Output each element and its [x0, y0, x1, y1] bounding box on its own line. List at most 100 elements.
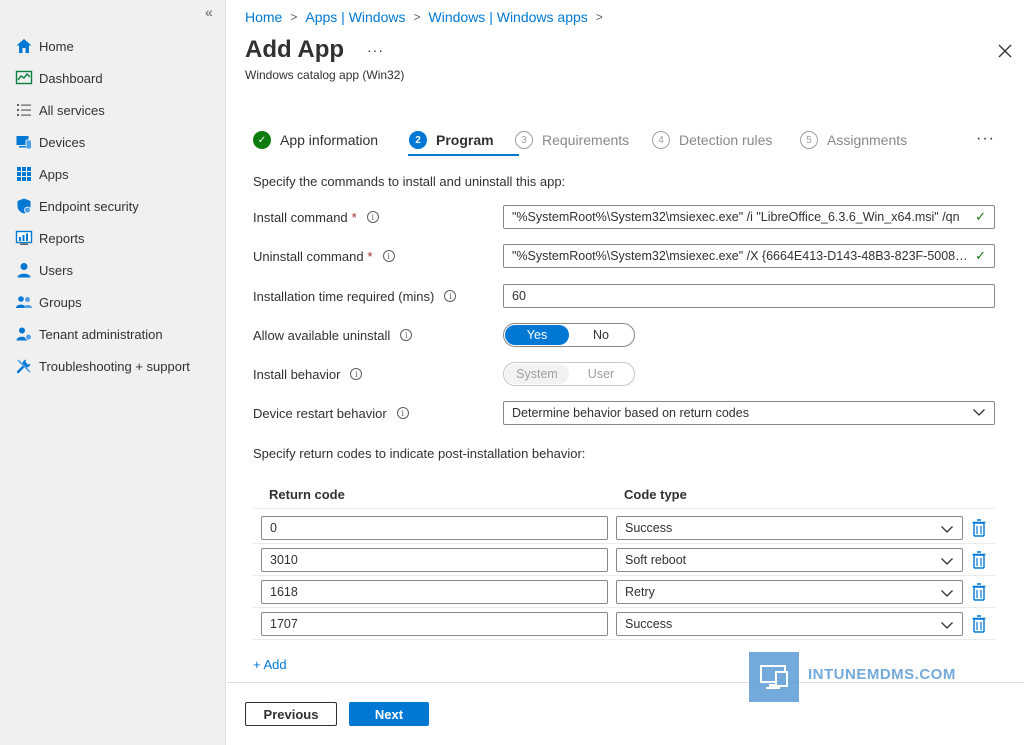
page-subtitle: Windows catalog app (Win32)	[245, 68, 405, 82]
toggle-system: System	[505, 364, 569, 384]
step-label: App information	[280, 132, 379, 148]
devices-icon	[14, 132, 34, 152]
add-return-code-link[interactable]: + Add	[253, 657, 287, 672]
more-steps-icon[interactable]: ···	[976, 130, 995, 148]
sidebar-item-label: Endpoint security	[39, 198, 139, 214]
sidebar-item-dashboard[interactable]: Dashboard	[0, 62, 226, 94]
info-icon[interactable]: i	[444, 290, 457, 302]
dashboard-icon	[14, 68, 34, 88]
table-row: 3010 Soft reboot	[253, 544, 995, 576]
sidebar-item-label: All services	[39, 102, 105, 118]
sidebar-item-label: Reports	[39, 230, 85, 246]
delete-icon[interactable]	[972, 551, 986, 569]
sidebar-item-groups[interactable]: Groups	[0, 286, 226, 318]
watermark-text: INTUNEMDMS.COM	[808, 666, 956, 683]
code-type-dropdown[interactable]: Success	[616, 612, 963, 636]
install-command-row: Install command * i "%SystemRoot%\System…	[253, 204, 995, 230]
code-type-dropdown[interactable]: Retry	[616, 580, 963, 604]
uninstall-command-input[interactable]: "%SystemRoot%\System32\msiexec.exe" /X {…	[503, 244, 995, 268]
breadcrumb-windows-apps[interactable]: Windows | Windows apps	[429, 9, 588, 25]
code-type-value: Retry	[625, 585, 655, 599]
install-command-input[interactable]: "%SystemRoot%\System32\msiexec.exe" /i "…	[503, 205, 995, 229]
previous-button[interactable]: Previous	[245, 702, 337, 726]
reports-icon	[14, 228, 34, 248]
sidebar-item-devices[interactable]: Devices	[0, 126, 226, 158]
chevron-down-icon	[940, 523, 954, 537]
restart-behavior-value: Determine behavior based on return codes	[512, 406, 749, 420]
table-row: 1707 Success	[253, 608, 995, 640]
groups-icon	[14, 292, 34, 312]
return-codes-instructions: Specify return codes to indicate post-in…	[253, 446, 586, 461]
more-options-icon[interactable]: ···	[367, 42, 384, 58]
step-number: 4	[652, 131, 670, 149]
install-command-label: Install command	[253, 209, 348, 225]
tab-app-information[interactable]: ✓ App information	[253, 128, 378, 152]
checkmark-icon: ✓	[253, 131, 271, 149]
column-header-return-code: Return code	[269, 487, 345, 502]
chevron-right-icon: >	[595, 10, 603, 24]
tab-detection-rules[interactable]: 4 Detection rules	[652, 128, 772, 152]
collapse-sidebar-icon[interactable]: «	[205, 4, 213, 20]
tab-requirements[interactable]: 3 Requirements	[515, 128, 629, 152]
code-type-dropdown[interactable]: Soft reboot	[616, 548, 963, 572]
wizard-steps: ✓ App information 2 Program 3 Requiremen…	[253, 128, 1013, 158]
install-command-value: "%SystemRoot%\System32\msiexec.exe" /i "…	[512, 210, 960, 224]
toggle-no[interactable]: No	[569, 325, 633, 345]
return-code-input[interactable]: 0	[261, 516, 608, 540]
sidebar-item-label: Apps	[39, 166, 69, 182]
valid-check-icon: ✓	[975, 209, 986, 224]
sidebar-item-troubleshooting[interactable]: Troubleshooting + support	[0, 350, 226, 382]
tenant-admin-icon	[14, 324, 34, 344]
sidebar-item-label: Users	[39, 262, 73, 278]
sidebar: « Home Dashboard All services Devices Ap…	[0, 0, 226, 745]
column-header-code-type: Code type	[624, 487, 687, 502]
allow-uninstall-toggle: Yes No	[503, 323, 635, 347]
install-behavior-toggle: System User	[503, 362, 635, 386]
code-type-value: Success	[625, 521, 673, 535]
divider	[253, 508, 995, 509]
sidebar-item-all-services[interactable]: All services	[0, 94, 226, 126]
delete-icon[interactable]	[972, 583, 986, 601]
tab-assignments[interactable]: 5 Assignments	[800, 128, 907, 152]
toggle-yes[interactable]: Yes	[505, 325, 569, 345]
install-time-label: Installation time required (mins)	[253, 288, 435, 304]
chevron-down-icon	[940, 619, 954, 633]
info-icon[interactable]: i	[382, 250, 395, 262]
install-behavior-row: Install behavior i System User	[253, 361, 995, 387]
info-icon[interactable]: i	[366, 211, 379, 223]
delete-icon[interactable]	[972, 519, 986, 537]
next-button[interactable]: Next	[349, 702, 429, 726]
close-icon[interactable]	[996, 42, 1014, 60]
sidebar-item-label: Dashboard	[39, 70, 103, 86]
step-number: 3	[515, 131, 533, 149]
breadcrumb-apps-windows[interactable]: Apps | Windows	[305, 9, 405, 25]
return-code-input[interactable]: 1707	[261, 612, 608, 636]
info-icon[interactable]: i	[396, 407, 409, 419]
sidebar-item-label: Troubleshooting + support	[39, 358, 190, 374]
delete-icon[interactable]	[972, 615, 986, 633]
code-type-dropdown[interactable]: Success	[616, 516, 963, 540]
install-time-input[interactable]: 60	[503, 284, 995, 308]
sidebar-item-endpoint-security[interactable]: Endpoint security	[0, 190, 226, 222]
active-step-indicator	[408, 154, 519, 156]
sidebar-item-home[interactable]: Home	[0, 30, 226, 62]
chevron-down-icon	[940, 587, 954, 601]
info-icon[interactable]: i	[400, 329, 413, 341]
sidebar-item-reports[interactable]: Reports	[0, 222, 226, 254]
restart-behavior-dropdown[interactable]: Determine behavior based on return codes	[503, 401, 995, 425]
sidebar-item-tenant-administration[interactable]: Tenant administration	[0, 318, 226, 350]
return-code-input[interactable]: 3010	[261, 548, 608, 572]
info-icon[interactable]: i	[350, 368, 363, 380]
watermark-logo-icon	[749, 652, 799, 702]
breadcrumb-home[interactable]: Home	[245, 9, 282, 25]
return-code-input[interactable]: 1618	[261, 580, 608, 604]
step-label: Program	[436, 132, 494, 148]
tab-program[interactable]: 2 Program	[409, 128, 494, 152]
valid-check-icon: ✓	[975, 248, 986, 263]
sidebar-item-apps[interactable]: Apps	[0, 158, 226, 190]
restart-behavior-label: Device restart behavior	[253, 405, 387, 421]
sidebar-nav: Home Dashboard All services Devices Apps	[0, 30, 226, 382]
sidebar-item-users[interactable]: Users	[0, 254, 226, 286]
chevron-down-icon	[972, 406, 986, 420]
allow-uninstall-row: Allow available uninstall i Yes No	[253, 322, 995, 348]
